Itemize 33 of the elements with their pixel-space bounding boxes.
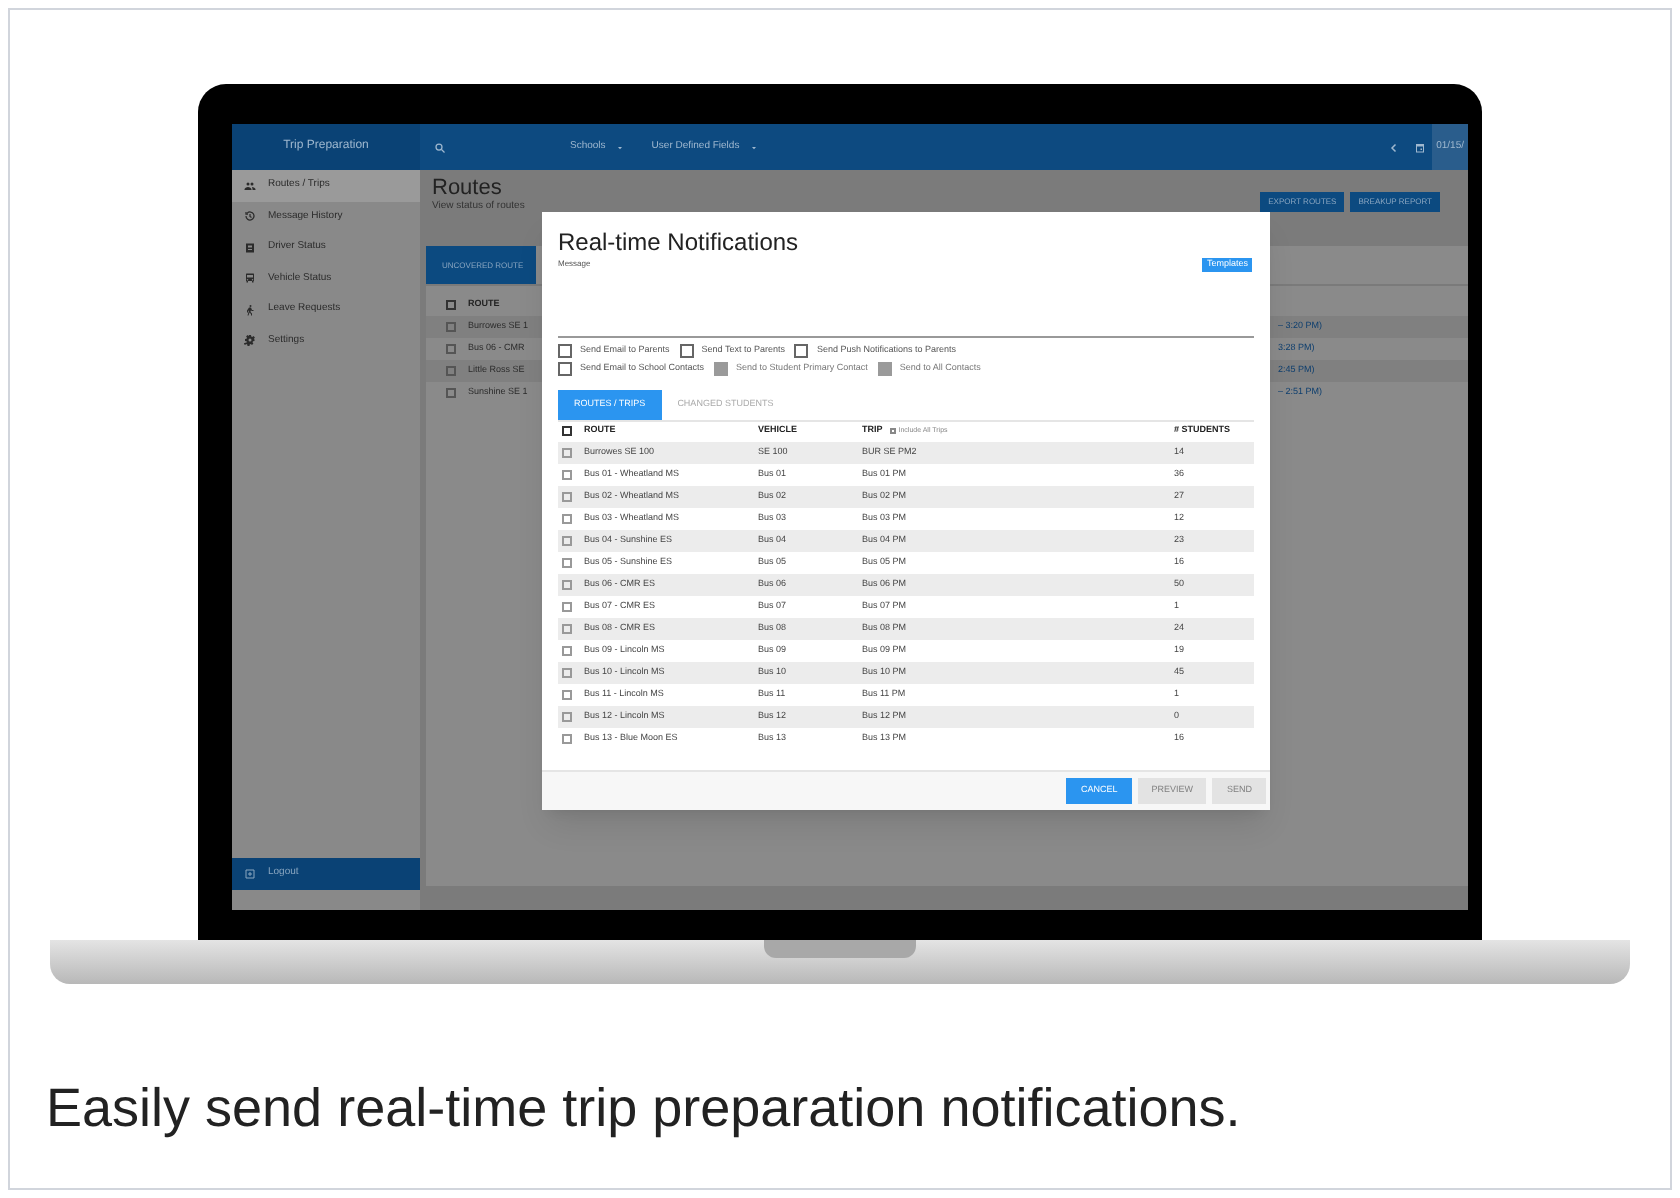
checkbox[interactable] [446, 322, 456, 332]
id-card-icon [244, 241, 256, 254]
checkbox[interactable] [446, 300, 456, 310]
checkbox[interactable] [562, 623, 572, 634]
checkbox[interactable] [562, 535, 572, 546]
chevron-left-icon[interactable] [1388, 141, 1401, 153]
logout-icon [244, 868, 256, 880]
checkbox[interactable] [446, 366, 456, 376]
checkbox[interactable] [562, 426, 572, 437]
bus-icon [244, 272, 256, 285]
checkbox[interactable] [446, 388, 456, 398]
search-icon[interactable] [434, 141, 446, 153]
caption-text: Easily send real-time trip preparation notifications. [46, 1076, 1243, 1142]
people-icon [244, 179, 256, 192]
checkbox[interactable] [562, 711, 572, 722]
checkbox[interactable] [562, 733, 572, 744]
checkbox[interactable] [562, 557, 572, 568]
page-title: Routes [432, 176, 504, 200]
clock-icon [244, 210, 256, 223]
checkbox[interactable] [562, 689, 572, 700]
checkbox[interactable] [562, 469, 572, 480]
walking-person-icon [244, 303, 256, 316]
checkbox[interactable] [562, 667, 572, 678]
calendar-icon[interactable] [1414, 141, 1427, 153]
checkbox[interactable] [562, 645, 572, 656]
checkbox[interactable] [446, 344, 456, 354]
dialog-title: Real-time Notifications [558, 228, 801, 256]
checkbox[interactable] [562, 579, 572, 590]
settings-icon [244, 334, 256, 347]
checkbox[interactable] [562, 447, 572, 458]
checkbox[interactable] [562, 513, 572, 524]
checkbox[interactable] [562, 601, 572, 612]
checkbox[interactable] [562, 491, 572, 502]
